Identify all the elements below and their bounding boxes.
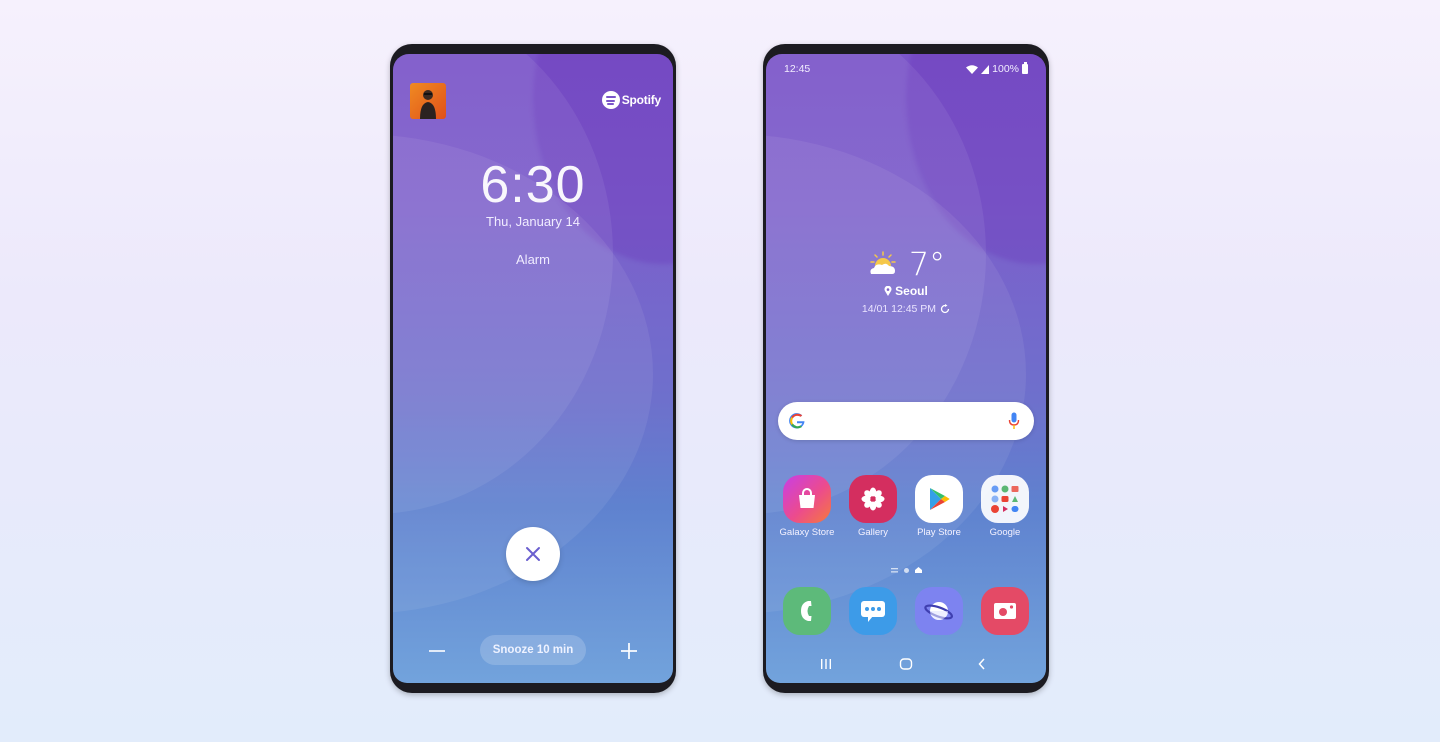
- phone-alarm-screen: Spotify 6:30 Thu, January 14 Alarm Snooz…: [390, 44, 676, 693]
- alarm-label: Alarm: [516, 252, 550, 267]
- app-galaxy-store[interactable]: Galaxy Store: [774, 475, 840, 538]
- dismiss-alarm-button[interactable]: [506, 527, 560, 581]
- app-google-folder[interactable]: Google: [972, 475, 1038, 538]
- alarm-time: 6:30: [393, 156, 673, 214]
- status-icons: 100%: [966, 62, 1028, 75]
- wifi-icon: [966, 64, 979, 74]
- home-icon: [899, 658, 913, 670]
- spotify-icon: [601, 91, 620, 109]
- dock-messages[interactable]: [840, 587, 906, 635]
- snooze-increase-button[interactable]: [619, 641, 639, 661]
- weather-widget[interactable]: 7° Seoul 14/01 12:45 PM: [766, 245, 1046, 315]
- google-folder-icon: [981, 475, 1029, 523]
- home-screen: 12:45 100% 7° Seoul 14/01 12:45 PM Galax…: [766, 54, 1046, 683]
- status-time: 12:45: [784, 63, 811, 75]
- alarm-time-text: 6:30: [480, 156, 586, 214]
- app-label: Google: [989, 527, 1021, 538]
- snooze-controls: Snooze 10 min: [393, 635, 673, 665]
- page-list-icon[interactable]: [890, 567, 898, 573]
- location-pin-icon: [884, 286, 892, 296]
- status-bar: 12:45 100%: [784, 62, 1028, 76]
- messages-icon: [849, 587, 897, 635]
- alarm-screen: Spotify 6:30 Thu, January 14 Alarm Snooz…: [393, 54, 673, 683]
- app-label: Gallery: [857, 527, 889, 538]
- google-g-icon: [789, 413, 805, 429]
- alarm-date: Thu, January 14: [486, 214, 580, 229]
- updated-time: 14/01 12:45 PM: [861, 303, 937, 315]
- recents-button[interactable]: [816, 656, 836, 672]
- galaxy-store-icon: [783, 475, 831, 523]
- page-dot[interactable]: [903, 567, 909, 573]
- snooze-decrease-button[interactable]: [427, 641, 447, 661]
- recents-icon: [821, 659, 831, 669]
- weather-updated: 14/01 12:45 PM: [766, 303, 1046, 315]
- navigation-bar: [766, 654, 1046, 674]
- app-label: Galaxy Store: [779, 527, 835, 538]
- mic-icon: [1008, 412, 1020, 429]
- app-play-store[interactable]: Play Store: [906, 475, 972, 538]
- internet-icon: [915, 587, 963, 635]
- dock: [774, 587, 1038, 635]
- temperature: 7°: [908, 245, 946, 283]
- dock-camera[interactable]: [972, 587, 1038, 635]
- signal-icon: [981, 64, 990, 74]
- partly-sunny-icon: [870, 251, 896, 274]
- album-art[interactable]: [410, 83, 446, 119]
- app-gallery[interactable]: Gallery: [840, 475, 906, 538]
- google-search-bar[interactable]: [778, 402, 1034, 440]
- snooze-button[interactable]: Snooze 10 min: [480, 635, 586, 665]
- dock-phone[interactable]: [774, 587, 840, 635]
- back-button[interactable]: [972, 656, 992, 672]
- home-page-dot-icon[interactable]: [914, 567, 922, 573]
- city-name: Seoul: [895, 284, 928, 298]
- refresh-icon[interactable]: [940, 304, 950, 314]
- spotify-badge[interactable]: Spotify: [601, 91, 661, 109]
- phone-home-screen: 12:45 100% 7° Seoul 14/01 12:45 PM Galax…: [763, 44, 1049, 693]
- artist-photo-icon: [420, 90, 436, 119]
- app-label: Play Store: [917, 527, 961, 538]
- back-icon: [978, 658, 985, 670]
- battery-percent: 100%: [992, 63, 1019, 75]
- dock-internet[interactable]: [906, 587, 972, 635]
- app-grid: Galaxy Store Gallery Play Store Google: [774, 475, 1038, 538]
- page-indicator: [766, 566, 1046, 574]
- play-store-icon: [915, 475, 963, 523]
- phone-icon: [783, 587, 831, 635]
- close-icon: [526, 547, 540, 561]
- weather-location: Seoul: [766, 284, 1046, 298]
- music-app-name: Spotify: [621, 93, 661, 107]
- home-button[interactable]: [896, 656, 916, 672]
- battery-icon: [1022, 62, 1028, 74]
- camera-icon: [981, 587, 1029, 635]
- gallery-icon: [849, 475, 897, 523]
